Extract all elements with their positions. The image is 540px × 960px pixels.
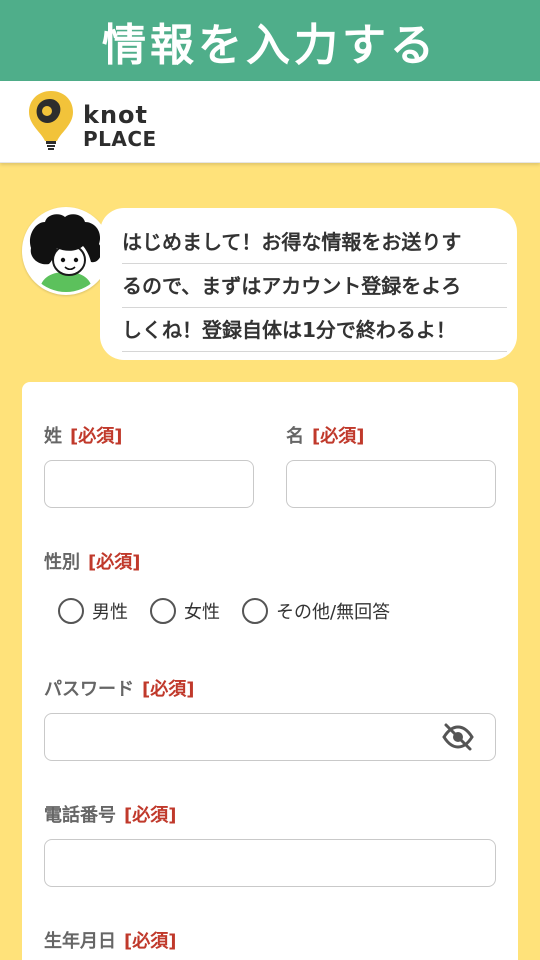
phone-label: 電話番号 [必須] bbox=[44, 805, 177, 826]
required-tag: [必須] bbox=[88, 552, 141, 573]
eye-off-icon[interactable] bbox=[441, 722, 475, 752]
gender-option-other[interactable]: その他/無回答 bbox=[242, 598, 390, 624]
greeting-bubble: はじめまして！お得な情報をお送りす るので、まずはアカウント登録をよろ しくね！… bbox=[100, 208, 517, 360]
required-tag: [必須] bbox=[70, 426, 123, 447]
gender-radio-group: 男性 女性 その他/無回答 bbox=[58, 596, 412, 626]
password-label: パスワード [必須] bbox=[44, 679, 195, 700]
logo-pin-icon bbox=[29, 91, 73, 150]
last-name-label: 姓 [必須] bbox=[44, 426, 123, 447]
logo[interactable]: knot PLACE bbox=[26, 89, 166, 155]
birthdate-label: 生年月日 [必須] bbox=[44, 931, 177, 952]
page-title: 情報を入力する bbox=[102, 19, 438, 71]
radio-button[interactable] bbox=[58, 598, 84, 624]
mascot-avatar bbox=[22, 207, 110, 295]
gender-label: 性別 [必須] bbox=[44, 552, 141, 573]
logo-text-line1: knot bbox=[83, 101, 149, 129]
required-tag: [必須] bbox=[142, 679, 195, 700]
phone-input[interactable] bbox=[44, 839, 496, 887]
radio-button[interactable] bbox=[242, 598, 268, 624]
first-name-input[interactable] bbox=[286, 460, 496, 508]
required-tag: [必須] bbox=[124, 931, 177, 952]
greeting-line: しくね！登録自体は1分で終わるよ！ bbox=[122, 308, 507, 352]
required-tag: [必須] bbox=[312, 426, 365, 447]
first-name-label: 名 [必須] bbox=[286, 426, 365, 447]
password-input[interactable] bbox=[44, 713, 496, 761]
greeting-line: はじめまして！お得な情報をお送りす bbox=[122, 220, 507, 264]
top-banner: 情報を入力する bbox=[0, 0, 540, 81]
greeting-line: るので、まずはアカウント登録をよろ bbox=[122, 264, 507, 308]
logo-text-line2: PLACE bbox=[83, 127, 157, 151]
app-header: knot PLACE bbox=[0, 81, 540, 163]
required-tag: [必須] bbox=[124, 805, 177, 826]
gender-option-female[interactable]: 女性 bbox=[150, 598, 220, 624]
registration-form: 姓 [必須] 名 [必須] 性別 [必須] 男性 女性 その他/無回答 パスワード [必… bbox=[22, 382, 518, 960]
gender-option-male[interactable]: 男性 bbox=[58, 598, 128, 624]
mascot-icon bbox=[25, 210, 107, 292]
last-name-input[interactable] bbox=[44, 460, 254, 508]
radio-button[interactable] bbox=[150, 598, 176, 624]
